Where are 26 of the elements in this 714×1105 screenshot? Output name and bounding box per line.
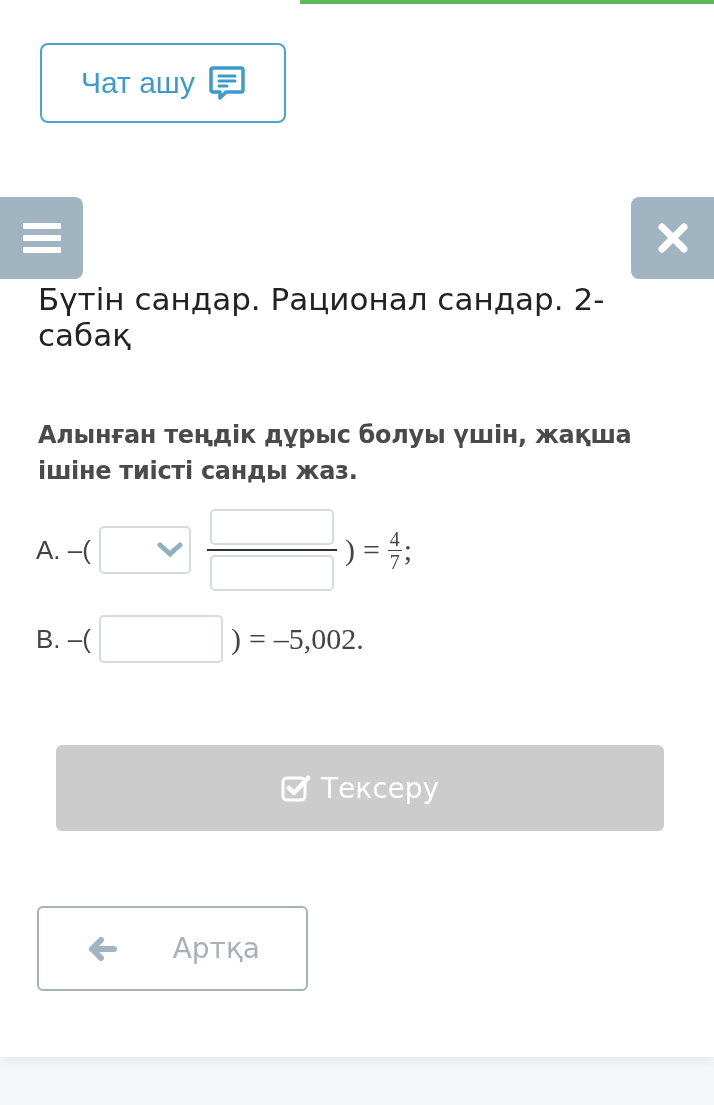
chevron-down-icon — [156, 542, 183, 558]
checkbox-icon — [280, 774, 311, 802]
equals-sign: = — [248, 622, 266, 656]
numerator: 4 — [389, 527, 400, 550]
question-text: Алынған теңдік дұрыс болуы үшін, жақша ішіне тиісті санды жаз. — [38, 420, 633, 487]
denominator: 7 — [389, 550, 400, 573]
closing-parenthesis: ) — [230, 622, 241, 656]
result-value: –5,002. — [273, 622, 364, 656]
item-label: A. –( — [36, 534, 91, 566]
close-button[interactable] — [631, 197, 714, 279]
chat-icon — [208, 65, 245, 101]
semicolon: ; — [403, 533, 413, 567]
sign-dropdown[interactable] — [98, 526, 191, 574]
answer-field[interactable] — [98, 615, 223, 663]
arrow-left-icon — [87, 935, 117, 962]
equals-sign: = — [362, 533, 380, 567]
menu-button[interactable] — [0, 197, 83, 279]
numerator-field[interactable] — [209, 509, 334, 545]
lesson-title: Бүтін сандар. Рационал сандар. 2-сабақ — [38, 281, 606, 353]
closing-parenthesis: ) — [344, 533, 355, 567]
denominator-field[interactable] — [209, 555, 334, 591]
close-icon — [657, 223, 688, 253]
back-button[interactable]: Артқа — [37, 906, 308, 991]
menu-icon — [22, 223, 61, 253]
chat-button[interactable]: Чат ашу — [40, 43, 286, 123]
item-label: B. –( — [36, 623, 91, 655]
